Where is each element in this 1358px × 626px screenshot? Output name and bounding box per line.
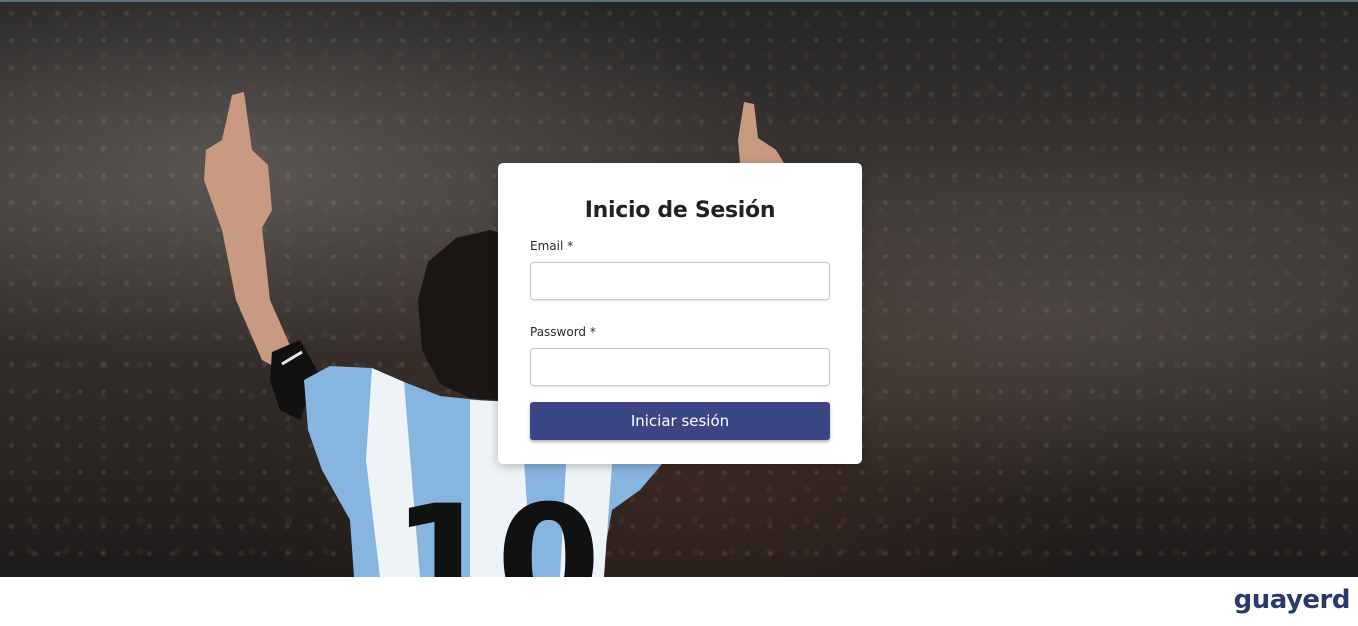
login-page: 10 Inicio de Sesión Email * Password * I…	[0, 0, 1358, 626]
password-input[interactable]	[530, 348, 830, 386]
password-label: Password *	[530, 324, 830, 340]
footer: guayerd	[0, 577, 1358, 626]
email-required-mark: *	[567, 239, 574, 253]
login-title: Inicio de Sesión	[584, 198, 776, 223]
email-label: Email *	[530, 238, 830, 254]
password-label-text: Password	[530, 325, 587, 339]
login-button[interactable]: Iniciar sesión	[530, 402, 830, 440]
brand-logo: guayerd	[1233, 585, 1351, 615]
email-input[interactable]	[530, 262, 830, 300]
right-hand-shape	[738, 102, 784, 163]
left-arm-shape	[204, 92, 292, 372]
login-card: Inicio de Sesión Email * Password * Inic…	[498, 163, 862, 464]
password-required-mark: *	[589, 325, 596, 339]
hair-shape	[418, 230, 498, 400]
email-label-text: Email	[530, 239, 564, 253]
shirt-number: 10	[392, 474, 601, 577]
